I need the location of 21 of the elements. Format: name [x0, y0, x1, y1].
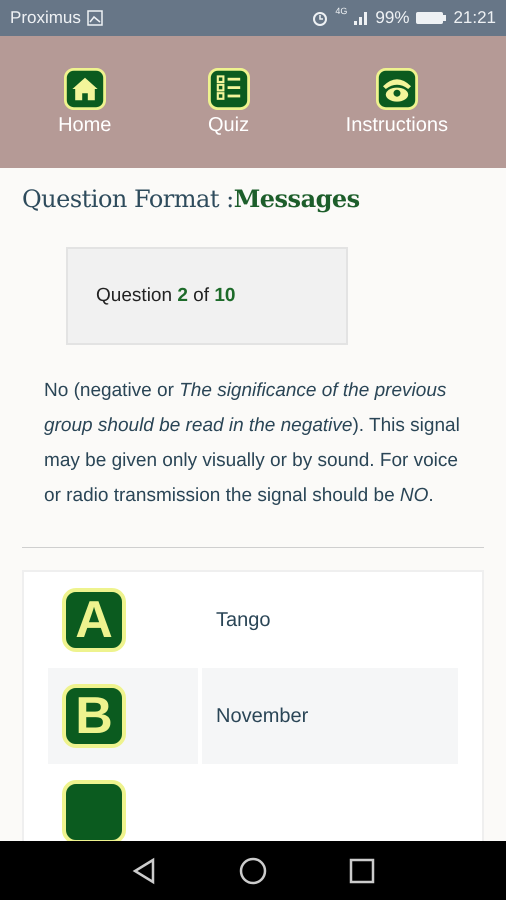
recent-apps-button[interactable] — [349, 858, 375, 884]
answer-letter-tile[interactable]: B — [62, 684, 126, 748]
question-text: No (negative or The significance of the previous group should be read in the negative). This signal may be given only visually or by sound. For voice or radio transmission the signal should be NO. — [43, 379, 461, 508]
battery-icon — [415, 10, 448, 26]
answer-letter-tile[interactable]: A — [62, 588, 126, 652]
answer-option[interactable]: November — [216, 704, 308, 728]
answer-option[interactable]: Tango — [216, 608, 270, 632]
checklist-icon — [208, 68, 250, 110]
carrier-name: Proximus — [10, 8, 81, 28]
question-counter: Question 2 of 10 — [96, 285, 236, 307]
battery-percent: 99% — [375, 8, 410, 28]
network-type: 4G — [335, 6, 348, 16]
letter-tile-icon[interactable] — [62, 780, 126, 841]
house-icon — [64, 68, 106, 110]
back-button[interactable] — [131, 856, 157, 884]
question-format-heading: Question Format :Messages — [22, 184, 361, 213]
home-button[interactable] — [239, 856, 267, 884]
signal-icon — [353, 10, 370, 26]
alarm-icon — [311, 9, 330, 27]
image-icon — [86, 10, 103, 26]
clock: 21:21 — [453, 8, 496, 28]
